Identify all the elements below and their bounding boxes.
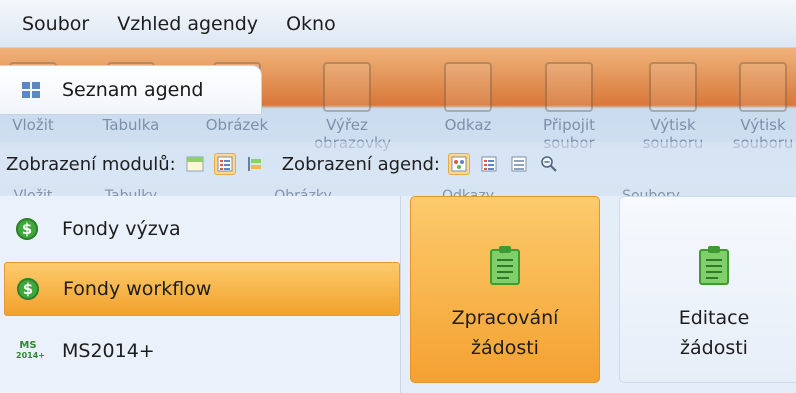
list-view-icon — [481, 156, 497, 172]
print-icon — [649, 62, 697, 112]
module-view-tree-button[interactable] — [244, 153, 266, 175]
tile-label-line1: Zpracování — [451, 307, 559, 329]
agenda-view-icons-button[interactable] — [448, 153, 471, 175]
clipboard-icon — [490, 246, 520, 285]
tile-editace-zadosti[interactable]: Editace žádosti — [619, 196, 796, 383]
crop-icon — [323, 62, 371, 112]
paperclip-icon — [545, 62, 593, 112]
tree-view-icon — [247, 157, 261, 171]
sidebar-item-ms2014[interactable]: MS 2014+ MS2014+ — [4, 324, 400, 378]
grid-icon — [22, 82, 40, 98]
link-icon — [444, 62, 492, 112]
tile-label-line1: Editace — [678, 307, 750, 329]
sidebar-item-label: MS2014+ — [62, 340, 155, 362]
dollar-icon: $ — [16, 218, 38, 240]
agenda-view-zoom-button[interactable] — [538, 153, 560, 175]
details-view-icon — [511, 156, 527, 172]
module-view-list-button[interactable] — [213, 153, 236, 175]
sidebar-item-fondy-vyzva[interactable]: $ Fondy výzva — [4, 202, 400, 256]
agenda-panel: Zpracování žádosti Editace žádosti — [401, 196, 796, 393]
tile-label-line2: žádosti — [680, 337, 748, 359]
module-view-tiles-button[interactable] — [184, 153, 206, 175]
menu-bar: Soubor Vzhled agendy Okno — [0, 0, 796, 48]
dollar-icon: $ — [17, 278, 39, 300]
menu-vzhled-agendy[interactable]: Vzhled agendy — [117, 13, 258, 35]
sidebar-item-label: Fondy workflow — [63, 278, 212, 300]
sidebar: $ Fondy výzva $ Fondy workflow MS 2014+ M… — [0, 196, 401, 393]
module-view-label: Zobrazení modulů: — [6, 153, 176, 175]
ghost-attach: Připojit soubor — [536, 62, 602, 212]
sidebar-item-label: Fondy výzva — [62, 218, 181, 240]
list-view-icon — [217, 156, 233, 172]
tile-label-line2: žádosti — [471, 337, 539, 359]
agenda-view-label: Zobrazení agend: — [281, 153, 441, 175]
print-icon — [739, 62, 787, 112]
agenda-view-details-button[interactable] — [508, 153, 530, 175]
clipboard-icon — [699, 246, 729, 285]
menu-okno[interactable]: Okno — [286, 13, 336, 35]
tiles-view-icon — [186, 156, 204, 172]
ghost-print-2: Výtisk souboru — [730, 62, 796, 212]
tile-zpracovani-zadosti[interactable]: Zpracování žádosti — [410, 196, 600, 383]
icons-view-icon — [451, 156, 467, 172]
sidebar-item-fondy-workflow[interactable]: $ Fondy workflow — [4, 262, 400, 316]
tab-label: Seznam agend — [62, 79, 204, 101]
menu-soubor[interactable]: Soubor — [22, 13, 89, 35]
zoom-icon — [541, 156, 557, 172]
agenda-view-list-button[interactable] — [478, 153, 500, 175]
tab-seznam-agend[interactable]: Seznam agend — [0, 65, 262, 115]
ms2014-icon: MS 2014+ — [16, 340, 45, 361]
view-bar: Zobrazení modulů: Zobrazení agend: — [0, 142, 796, 186]
